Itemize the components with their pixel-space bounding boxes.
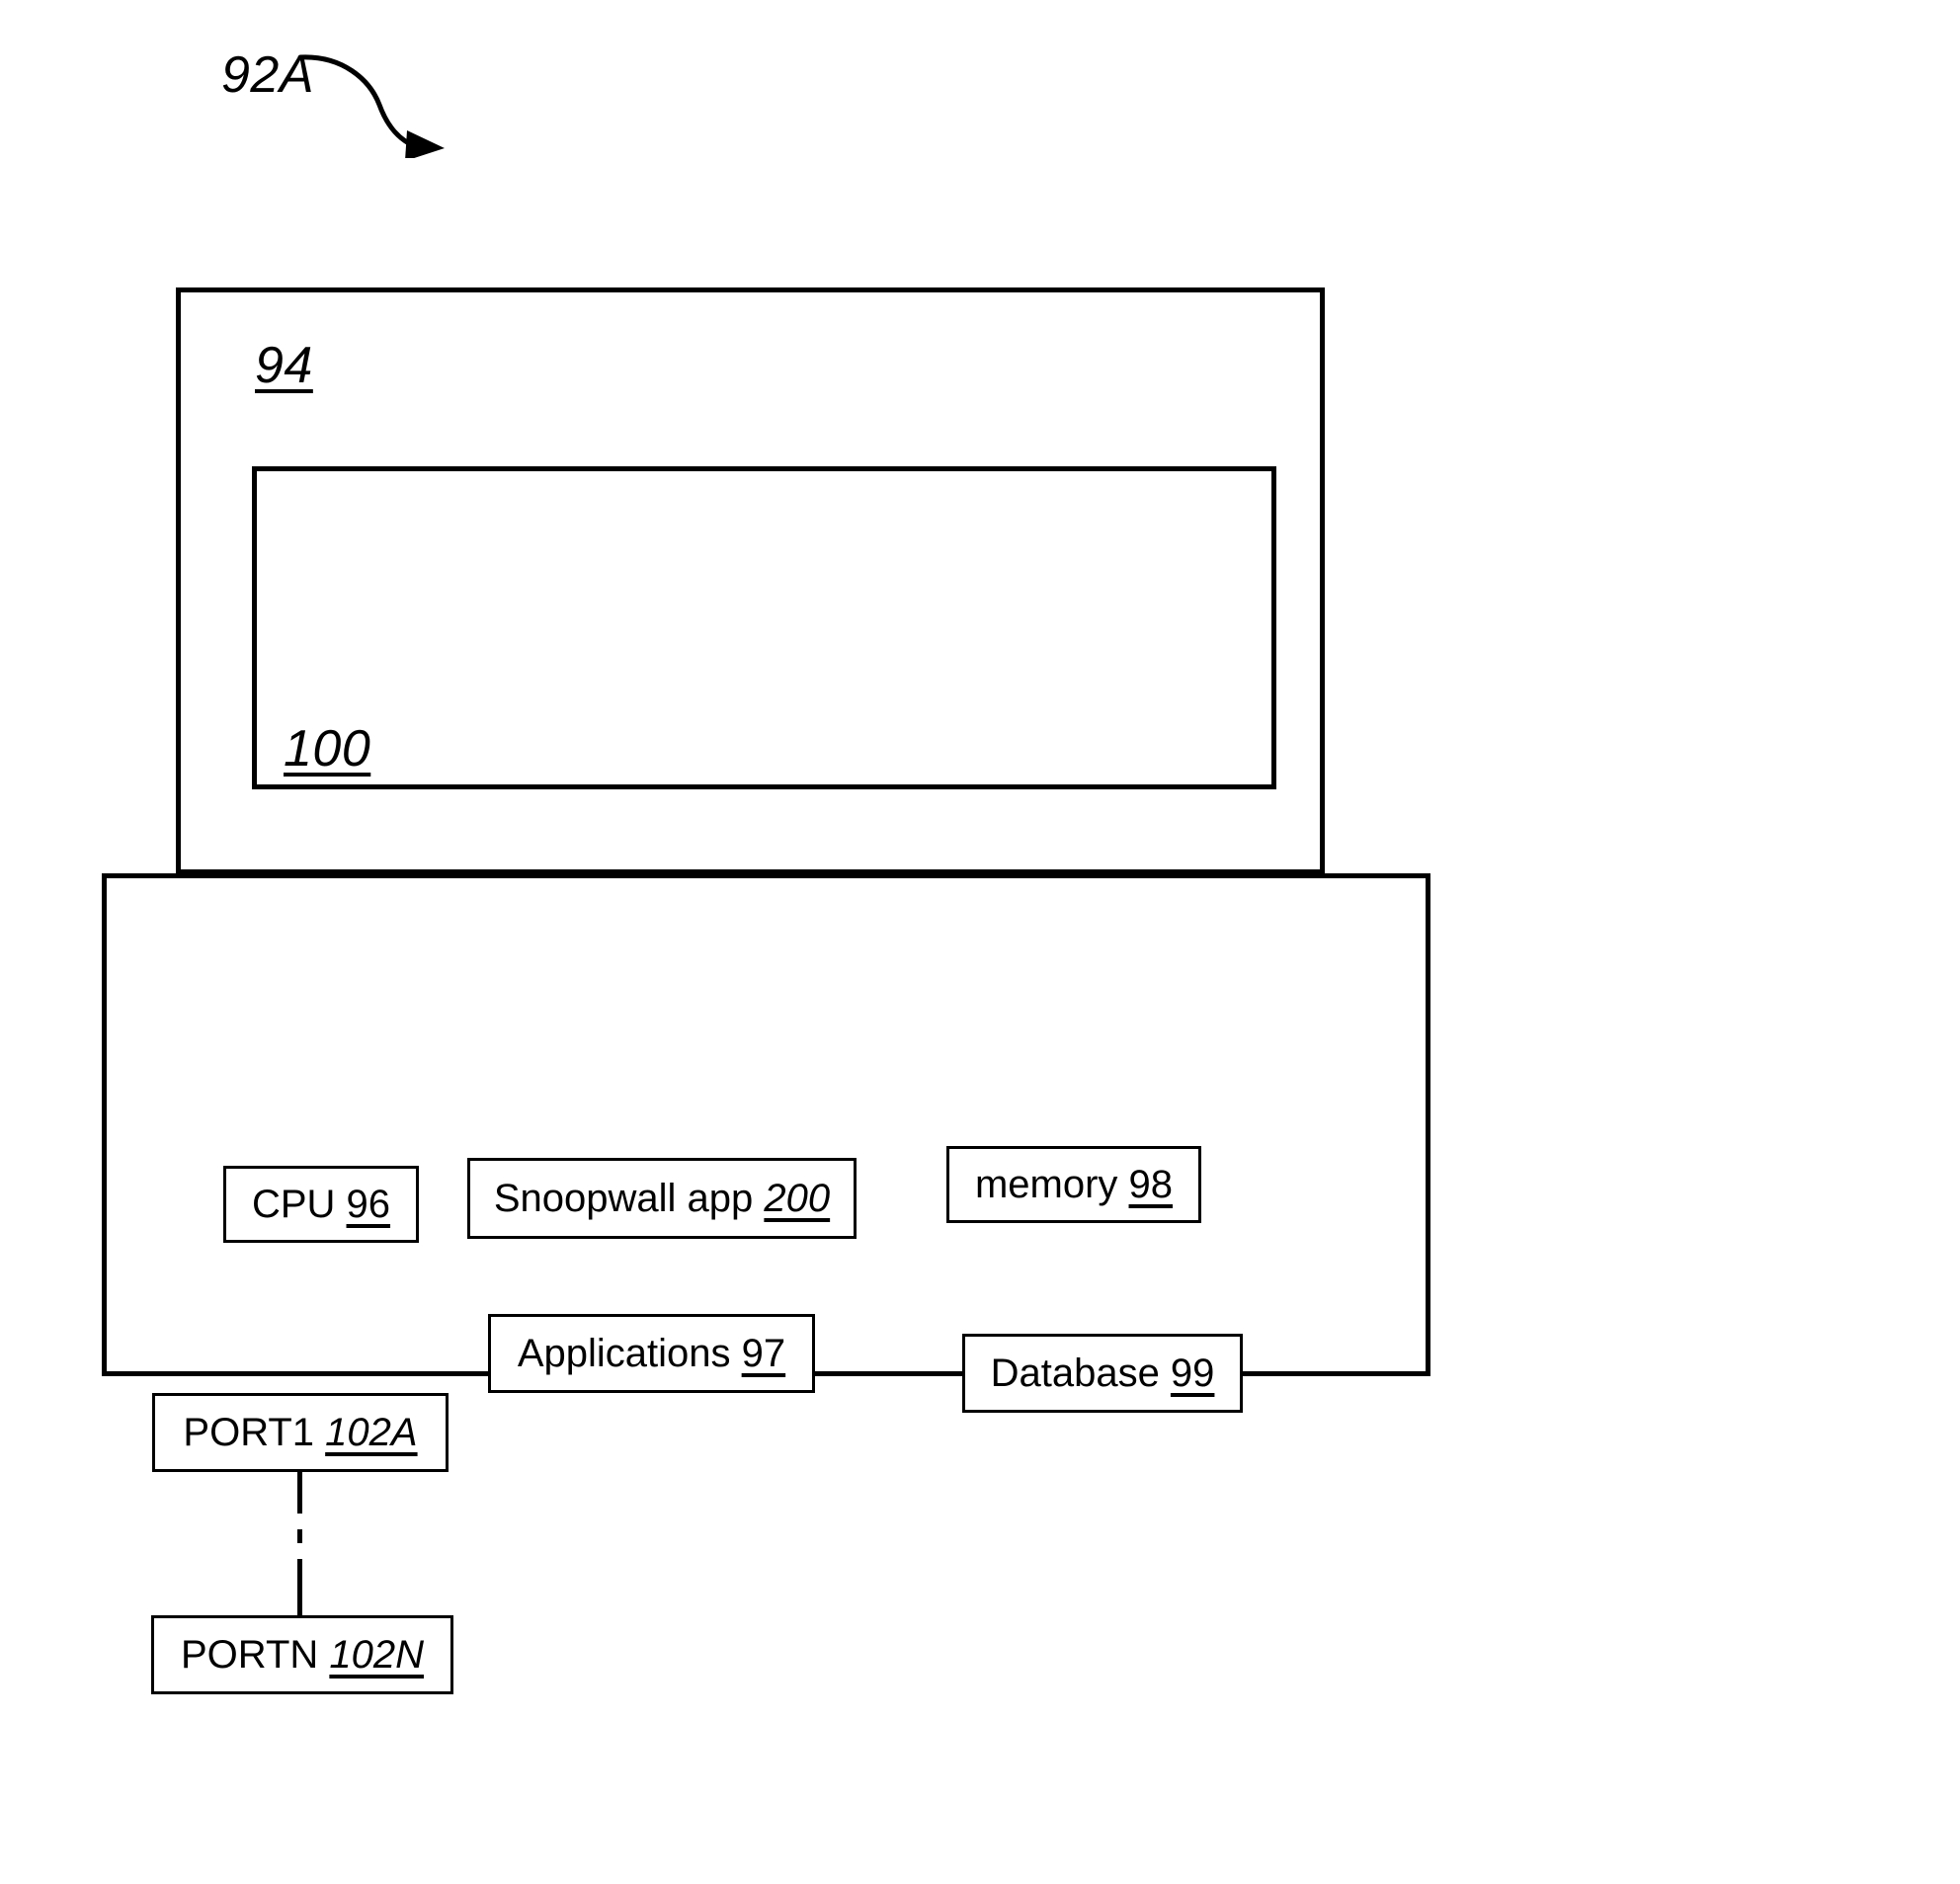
component-box-memory: memory 98 [946,1146,1201,1223]
component-number-97: 97 [741,1332,786,1375]
display-screen-label-100: 100 [284,720,371,778]
display-screen-enclosure [252,466,1276,789]
component-label-memory: memory 98 [974,1163,1174,1206]
component-box-applications: Applications 97 [488,1314,815,1393]
component-label-cpu: CPU 96 [251,1183,391,1226]
component-box-portn: PORTN 102N [151,1615,453,1694]
component-box-database: Database 99 [962,1334,1243,1413]
base-chassis-enclosure [102,873,1430,1376]
component-number-102n: 102N [329,1633,424,1677]
curved-arrow-icon [297,54,445,158]
patent-figure: 92A 94 100 CPU 96 Snoopwall app 200 memo… [0,0,1960,1884]
port-dash-dot-connector [297,1472,302,1615]
component-number-102a: 102A [325,1411,418,1454]
component-number-98: 98 [1128,1163,1174,1206]
component-label-database: Database 99 [990,1352,1215,1395]
component-number-200: 200 [764,1177,831,1220]
component-label-port1: PORT1 102A [183,1411,418,1454]
display-housing-label-94: 94 [255,337,313,394]
component-box-cpu: CPU 96 [223,1166,419,1243]
component-box-port1: PORT1 102A [152,1393,449,1472]
component-label-portn: PORTN 102N [180,1633,424,1677]
component-number-99: 99 [1170,1352,1215,1395]
component-label-snoopwall-app: Snoopwall app 200 [493,1177,831,1220]
component-label-applications: Applications 97 [517,1332,786,1375]
component-number-96: 96 [346,1183,391,1226]
component-box-snoopwall-app: Snoopwall app 200 [467,1158,857,1239]
